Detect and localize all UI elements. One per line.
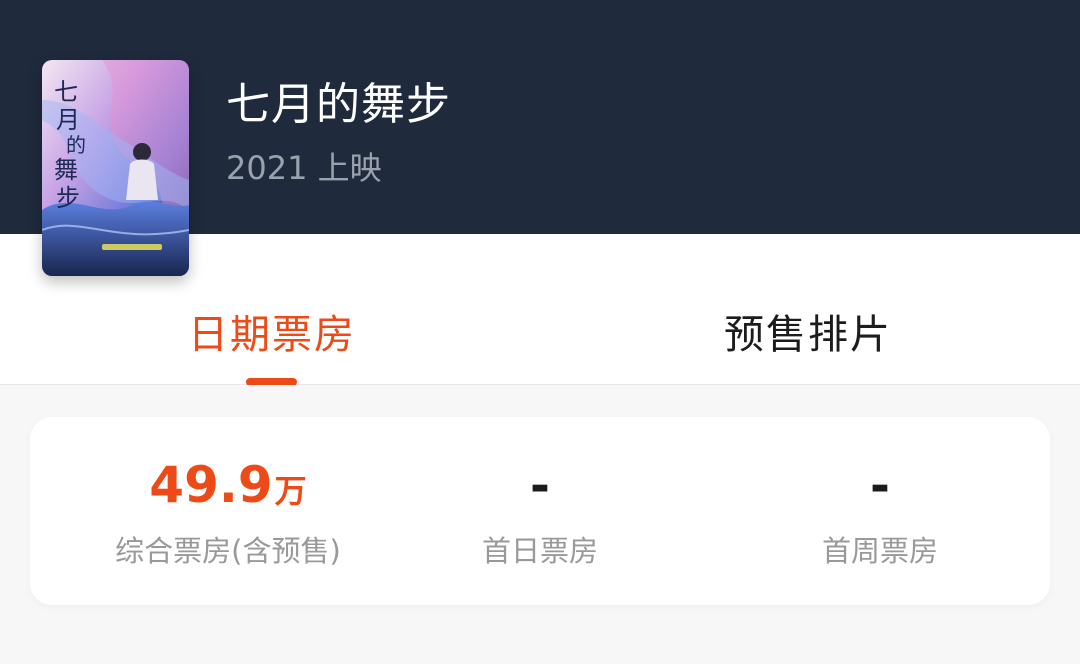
stat-total-number: 49.9: [149, 456, 273, 514]
box-office-stats-card: 49.9万 综合票房(含预售) - 首日票房 - 首周票房: [30, 417, 1050, 605]
movie-poster[interactable]: 七 月 的 舞 步: [42, 60, 189, 276]
movie-release-year: 2021 上映: [226, 149, 382, 187]
stat-first-week-label: 首周票房: [821, 534, 938, 568]
stat-first-day-value: -: [530, 458, 550, 514]
tab-daily-box-office[interactable]: 日期票房: [188, 302, 356, 360]
poster-image: 七 月 的 舞 步: [42, 60, 189, 276]
tab-presale-schedule[interactable]: 预售排片: [724, 302, 892, 360]
stat-first-day-box-office: - 首日票房: [370, 417, 710, 605]
stat-first-week-value: -: [870, 458, 890, 514]
svg-text:的: 的: [66, 133, 86, 157]
stat-total-box-office: 49.9万 综合票房(含预售): [58, 417, 398, 605]
movie-detail-page: 七月的舞步 2021 上映 七 月 的 舞 步 日期票房 预售排片 49.9万 …: [0, 0, 1080, 664]
stat-first-week-box-office: - 首周票房: [710, 417, 1050, 605]
stat-first-day-label: 首日票房: [481, 534, 598, 568]
stat-total-label: 综合票房(含预售): [115, 534, 341, 568]
svg-text:七: 七: [54, 78, 78, 106]
svg-text:舞: 舞: [54, 156, 78, 184]
movie-title: 七月的舞步: [226, 79, 451, 130]
svg-text:月: 月: [56, 106, 80, 134]
svg-text:步: 步: [56, 184, 80, 212]
stat-total-unit: 万: [274, 472, 307, 510]
content-area: 49.9万 综合票房(含预售) - 首日票房 - 首周票房: [0, 385, 1080, 664]
stat-total-value: 49.9万: [58, 455, 398, 515]
